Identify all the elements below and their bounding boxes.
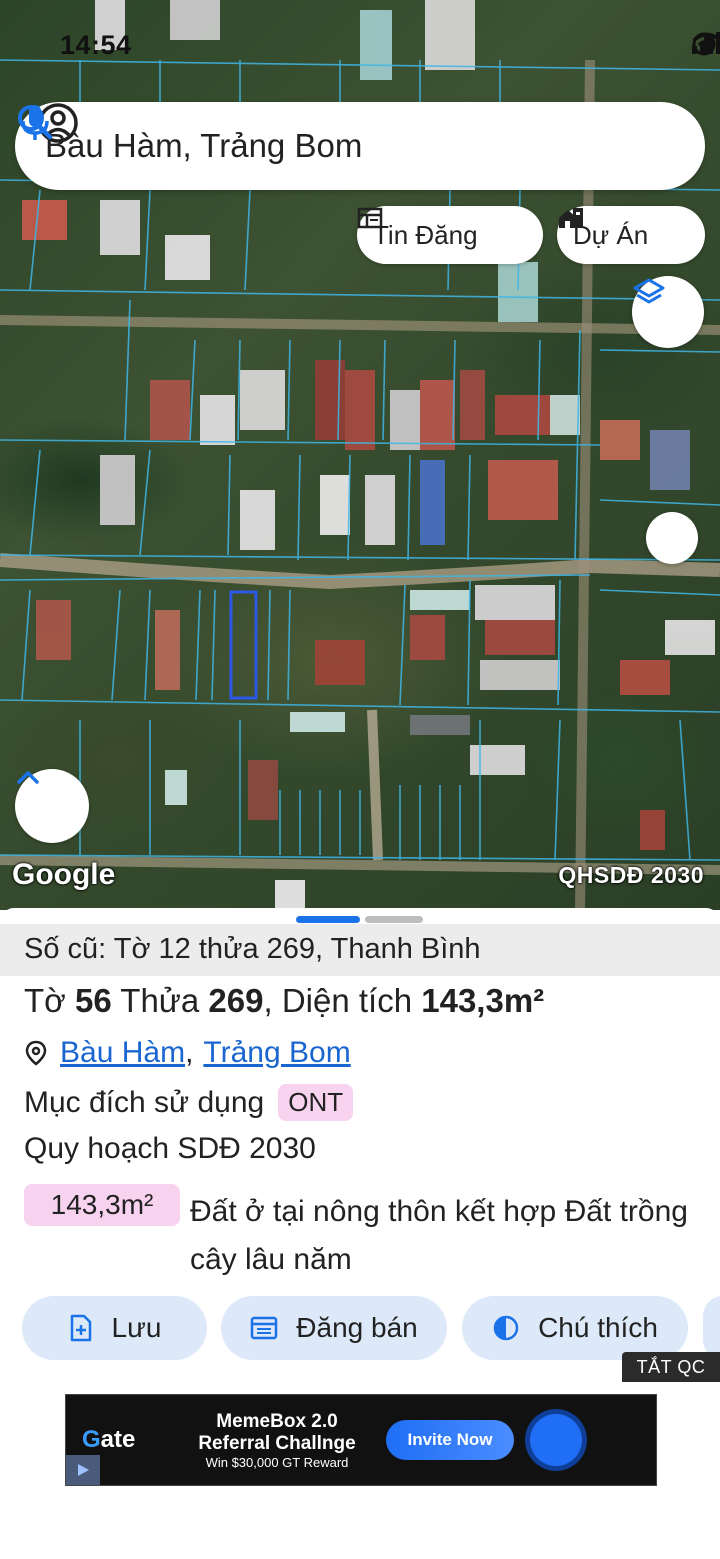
chip-du-an[interactable]: Dự Án [557,206,705,264]
status-time: 14:54 [60,30,132,60]
ad-line-1: MemeBox 2.0 [216,1410,338,1432]
newspaper-icon [357,207,383,229]
post-sale-label: Đăng bán [296,1312,418,1343]
file-add-icon [70,1314,91,1342]
satellite-map[interactable]: 14:54 Bàu Hàm, Trảng Bom Tin Đăng Dự Án … [0,0,720,910]
buildings-icon [559,208,583,228]
layers-button[interactable] [632,276,704,348]
purpose-code-badge: ONT [278,1084,354,1121]
plan-description: Đất ở tại nông thôn kết hợp Đất trồng câ… [190,1195,688,1276]
ad-choices-icon[interactable] [66,1455,100,1485]
contrast-icon [493,1315,519,1341]
plot-label: Thửa [120,982,200,1019]
battery-icon [692,32,716,56]
save-label: Lưu [111,1312,162,1343]
legend-label: Chú thích [538,1312,658,1343]
old-parcel-info: Số cũ: Tờ 12 thửa 269, Thanh Bình [0,924,720,976]
parcel-title: Tờ 56 Thửa 269, Diện tích 143,3m² [24,982,544,1020]
expand-sheet-button[interactable] [15,769,89,843]
chip-tin-dang[interactable]: Tin Đăng [357,206,543,264]
plan-area-badge: 143,3m² [24,1184,180,1226]
search-input[interactable]: Bàu Hàm, Trảng Bom [45,127,705,165]
ad-coin-graphic [530,1414,582,1466]
selected-parcel [229,590,258,700]
sheet-label: Tờ [24,982,66,1019]
location-pin-icon [25,1040,47,1066]
google-logo: Google [12,858,116,891]
search-bar[interactable]: Bàu Hàm, Trảng Bom [15,102,705,190]
chevron-up-icon [17,771,39,784]
layers-icon [633,278,665,304]
save-button[interactable]: Lưu [22,1296,207,1360]
parcel-info-sheet: Số cũ: Tờ 12 thửa 269, Thanh Bình Tờ 56 … [0,908,720,1559]
ad-brand-logo: Gate [82,1426,136,1453]
sheet-number: 56 [74,982,112,1019]
plan-title: Quy hoạch SDĐ 2030 [24,1132,316,1165]
page-indicator[interactable] [365,916,423,923]
purpose-label: Mục đích sử dụng [24,1085,265,1119]
area-value: 143,3m² [421,982,545,1019]
ad-text: MemeBox 2.0 Referral Challnge Win $30,00… [182,1411,372,1470]
map-layer-label: QHSDĐ 2030 [558,862,704,888]
location-separator: , [185,1036,194,1069]
ad-line-2: Referral Challnge [198,1432,356,1454]
legend-button[interactable]: Chú thích [462,1296,688,1360]
district-link[interactable]: Trảng Bom [203,1036,350,1070]
more-action-button[interactable] [703,1296,720,1360]
location-dot-button[interactable] [646,512,698,564]
calendar-list-icon [251,1316,278,1340]
post-sale-button[interactable]: Đăng bán [221,1296,447,1360]
microphone-icon[interactable] [15,102,55,142]
commune-link[interactable]: Bàu Hàm [60,1036,185,1070]
area-label: , Diện tích [263,982,413,1019]
location-row: Bàu Hàm , Trảng Bom [24,1036,351,1070]
ad-banner[interactable]: Gate MemeBox 2.0 Referral Challnge Win $… [65,1394,657,1486]
chip-label: Tin Đăng [373,219,478,250]
close-ad-button[interactable]: TẮT QC [622,1352,720,1382]
ad-line-3: Win $30,000 GT Reward [205,1454,349,1470]
land-use-purpose: Mục đích sử dụng ONT [24,1084,354,1121]
page-indicator-active[interactable] [296,916,360,923]
ad-invite-button[interactable]: Invite Now [386,1420,514,1460]
plot-number: 269 [208,982,264,1019]
